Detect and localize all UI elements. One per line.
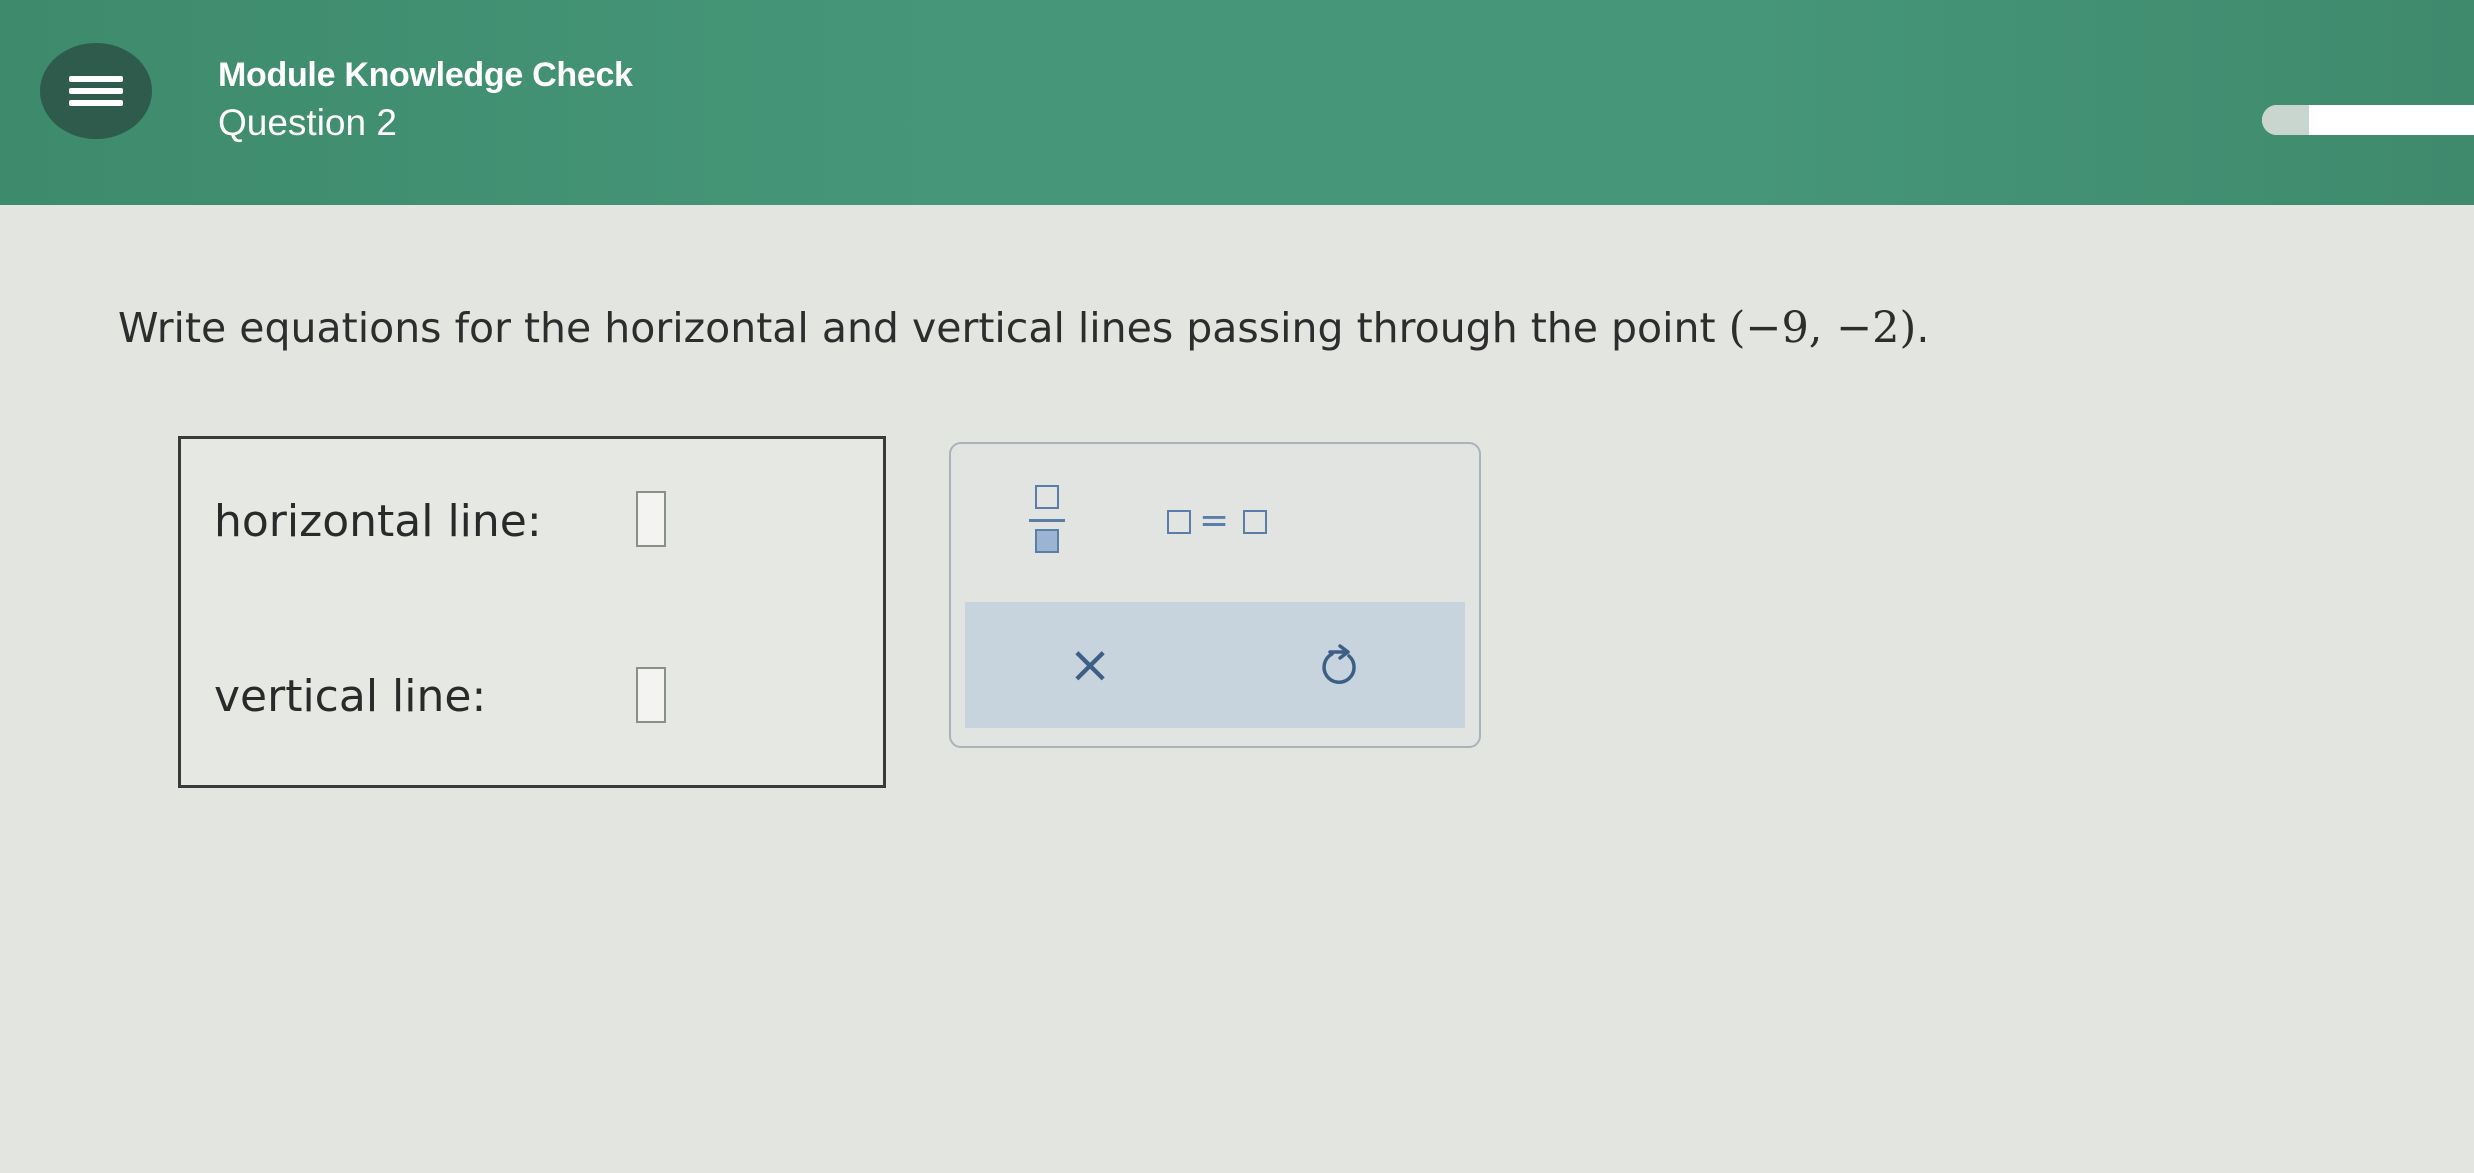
- progress-bar: [2262, 105, 2474, 135]
- hamburger-menu-icon-bar: [69, 100, 123, 106]
- fraction-button[interactable]: [1029, 479, 1065, 565]
- hamburger-menu-icon: [69, 76, 123, 82]
- fraction-icon: [1035, 485, 1059, 509]
- equation-icon-right-box: [1243, 510, 1267, 534]
- question-prompt-text: Write equations for the horizontal and v…: [118, 304, 1729, 352]
- horizontal-line-label: horizontal line:: [214, 496, 542, 547]
- answer-panel: horizontal line: vertical line:: [178, 436, 886, 788]
- equation-icon: [1167, 510, 1191, 534]
- header-bar: Module Knowledge Check Question 2: [0, 0, 2474, 205]
- vertical-line-label: vertical line:: [214, 671, 487, 722]
- horizontal-line-input[interactable]: [636, 491, 666, 547]
- vertical-line-input[interactable]: [636, 667, 666, 723]
- question-point: (−9, −2): [1728, 303, 1917, 353]
- question-period: .: [1916, 304, 1930, 352]
- toolbar-action-bar: ×: [965, 602, 1465, 728]
- module-title: Module Knowledge Check: [218, 56, 633, 94]
- hamburger-menu-icon-bar: [69, 88, 123, 94]
- equation-button[interactable]: =: [1167, 500, 1277, 541]
- clear-button[interactable]: ×: [1055, 630, 1125, 700]
- undo-icon: [1322, 644, 1356, 684]
- math-toolbar: = ×: [949, 442, 1481, 748]
- fraction-icon-bar: [1029, 519, 1065, 522]
- question-title: Question 2: [218, 102, 397, 143]
- question-prompt: Write equations for the horizontal and v…: [118, 303, 1929, 353]
- progress-bar-fill: [2262, 105, 2309, 135]
- equals-sign: =: [1199, 500, 1230, 541]
- fraction-icon-denominator: [1035, 529, 1059, 553]
- menu-button[interactable]: [40, 43, 152, 139]
- undo-button[interactable]: [1305, 630, 1375, 700]
